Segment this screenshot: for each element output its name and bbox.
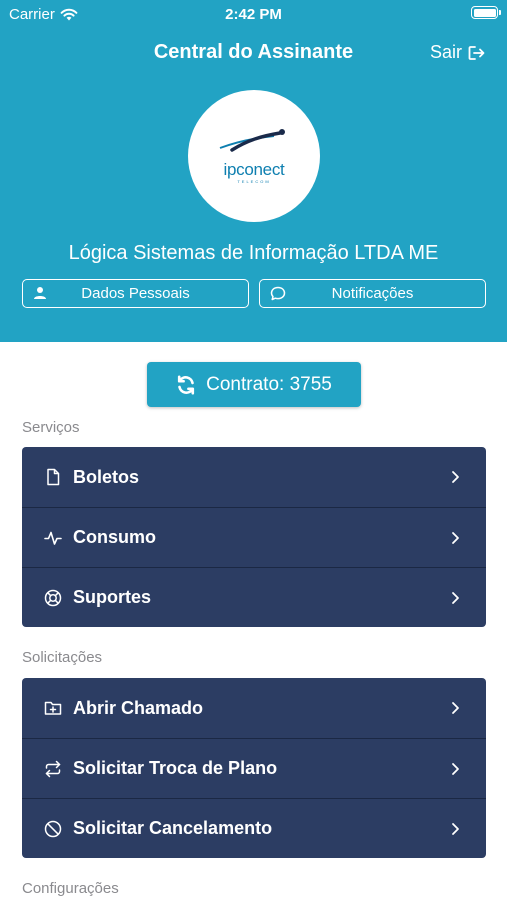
menu-item-label: Suportes	[73, 587, 152, 607]
company-name: Lógica Sistemas de Informação LTDA ME	[68, 242, 439, 264]
sync-icon	[178, 375, 195, 394]
lifebuoy-icon	[44, 589, 62, 607]
company-logo: ipconect TELECOM	[188, 90, 320, 222]
section-label-requests: Solicitações	[22, 649, 103, 666]
personal-data-button[interactable]: Dados Pessoais	[22, 279, 249, 308]
contract-label: Contrato: 3755	[206, 373, 332, 395]
chevron-right-icon	[452, 471, 459, 483]
menu-item-open-ticket[interactable]: Abrir Chamado	[22, 678, 486, 738]
chevron-right-icon	[452, 763, 459, 775]
block-icon	[44, 820, 62, 838]
menu-item-label: Solicitar Cancelamento	[73, 818, 273, 838]
logout-button[interactable]: Sair	[430, 42, 485, 63]
menu-item-label: Solicitar Troca de Plano	[73, 758, 278, 778]
personal-data-label: Dados Pessoais	[81, 285, 190, 302]
battery-icon	[471, 6, 501, 19]
menu-item-boletos[interactable]: Boletos	[22, 447, 486, 507]
chevron-right-icon	[452, 592, 459, 604]
document-icon	[47, 468, 60, 486]
contract-button[interactable]: Contrato: 3755	[147, 362, 361, 407]
status-bar: Carrier 2:42 PM	[0, 0, 507, 28]
repeat-icon	[45, 760, 61, 778]
section-label-services: Serviços	[22, 419, 80, 436]
folder-plus-icon	[44, 701, 62, 715]
activity-icon	[44, 531, 62, 545]
menu-item-cancellation[interactable]: Solicitar Cancelamento	[22, 798, 486, 858]
section-label-settings: Configurações	[22, 880, 119, 897]
logout-label: Sair	[429, 42, 462, 62]
notifications-button[interactable]: Notificações	[259, 279, 486, 308]
menu-item-label: Boletos	[73, 466, 140, 487]
chevron-right-icon	[452, 532, 459, 544]
logo-text: ipconect	[223, 160, 285, 179]
user-icon	[34, 287, 46, 299]
services-menu: Boletos Consumo Suportes	[22, 447, 486, 627]
status-time: 2:42 PM	[225, 6, 282, 23]
chevron-right-icon	[452, 702, 459, 714]
logo-swoosh-icon	[219, 129, 285, 152]
menu-item-consumo[interactable]: Consumo	[22, 507, 486, 567]
logout-icon	[468, 45, 485, 60]
chevron-right-icon	[452, 823, 459, 835]
notifications-label: Notificações	[331, 285, 414, 302]
logo-subtext: TELECOM	[237, 179, 271, 184]
menu-item-change-plan[interactable]: Solicitar Troca de Plano	[22, 738, 486, 798]
chat-bubble-icon	[270, 286, 286, 301]
menu-item-suportes[interactable]: Suportes	[22, 567, 486, 627]
menu-item-label: Consumo	[73, 527, 156, 547]
requests-menu: Abrir Chamado Solicitar Troca de Plano S…	[22, 678, 486, 858]
menu-item-label: Abrir Chamado	[73, 697, 204, 718]
header: Carrier 2:42 PM Central do Assinante Sai…	[0, 0, 507, 342]
